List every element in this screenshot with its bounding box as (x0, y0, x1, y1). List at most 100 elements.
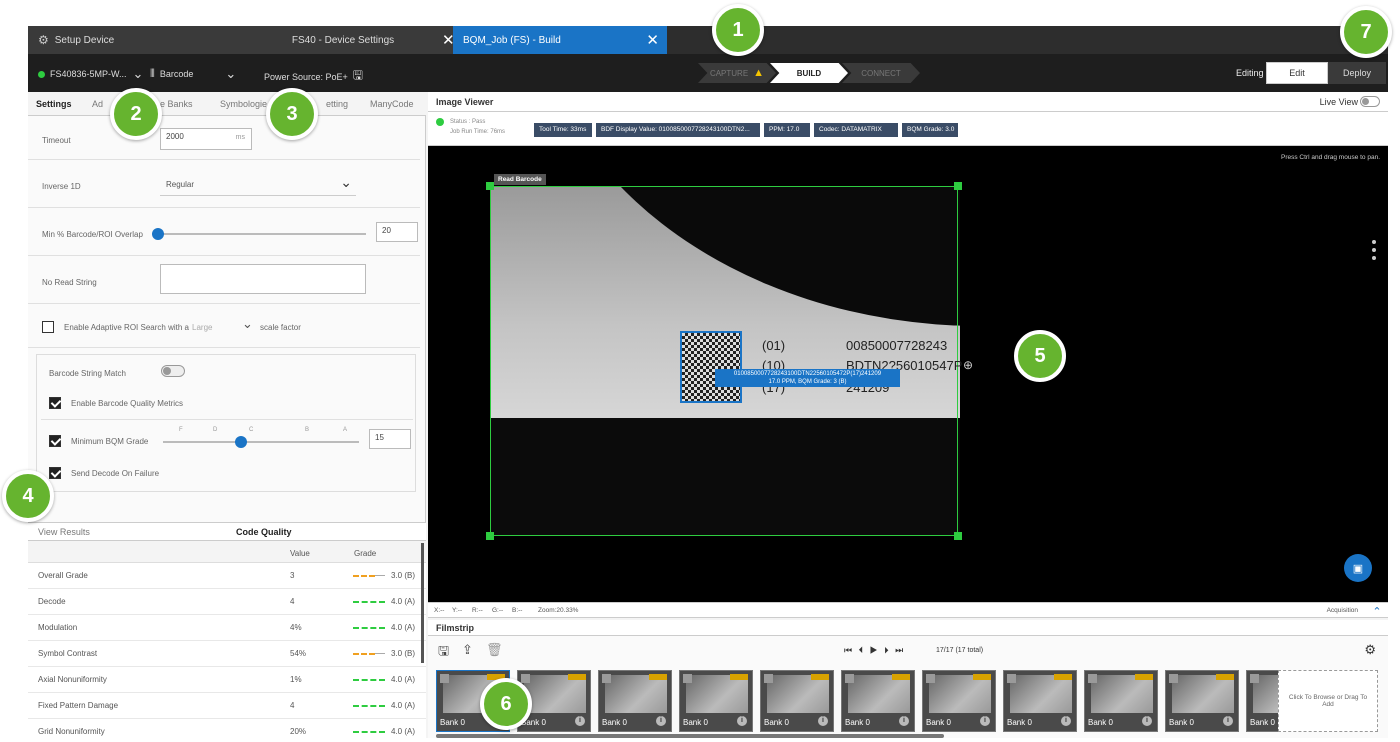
adaptive-size[interactable]: Large (192, 323, 212, 332)
select-checkbox[interactable] (440, 674, 449, 683)
filmstrip-thumbnail[interactable]: Bank 0 i (841, 670, 915, 732)
gear-icon[interactable]: ⚙ (1364, 642, 1376, 658)
more-options-icon[interactable] (1372, 240, 1376, 264)
chip-bqm-grade: BQM Grade: 3.0 (902, 123, 958, 137)
grade-bar (353, 627, 385, 629)
trash-icon[interactable]: 🗑 (486, 642, 503, 658)
metric-value: 3 (290, 571, 295, 580)
chip-codec: Codec: DATAMATRIX (814, 123, 898, 137)
tool-selector[interactable]: ⦀ Barcode ⌄ (150, 66, 236, 82)
workflow-steps: CAPTURE ▲ BUILD CONNECT (698, 63, 920, 83)
select-checkbox[interactable] (1250, 674, 1259, 683)
info-icon[interactable]: i (899, 716, 909, 726)
tab-device-settings[interactable]: FS40 - Device Settings ✕ (233, 26, 455, 54)
drop-zone[interactable]: Click To Browse or Drag To Add (1278, 670, 1378, 732)
select-checkbox[interactable] (602, 674, 611, 683)
timeout-input[interactable]: 2000 ms (160, 128, 252, 150)
filmstrip-nav[interactable]: ⏮ ⏴ ▶ ⏵ ⏭ (844, 645, 905, 656)
filmstrip-thumbnail[interactable]: Bank 0 i (598, 670, 672, 732)
filmstrip-thumbnail[interactable]: Bank 0 i (922, 670, 996, 732)
overlap-slider[interactable] (158, 233, 366, 235)
tab-code-quality[interactable]: Code Quality (236, 527, 292, 537)
overlap-input[interactable]: 20 (376, 222, 418, 242)
metric-value: 1% (290, 675, 302, 684)
target-icon[interactable]: ⊕ (963, 358, 973, 372)
roi-label[interactable]: Read Barcode (494, 174, 546, 185)
tab-symbologies[interactable]: Symbologie (220, 99, 267, 109)
close-icon[interactable]: ✕ (646, 31, 659, 49)
chip-tool-time: Tool Time: 33ms (534, 123, 592, 137)
min-bqm-input[interactable]: 15 (369, 429, 411, 449)
save-icon[interactable]: 🖫 (353, 66, 363, 87)
filmstrip-thumbnail[interactable]: Bank 0 i (1003, 670, 1077, 732)
metric-name: Fixed Pattern Damage (38, 701, 119, 710)
info-icon[interactable]: i (1061, 716, 1071, 726)
info-icon[interactable]: i (818, 716, 828, 726)
roi-handle[interactable] (486, 532, 494, 540)
results-header: Value Grade (28, 541, 426, 563)
select-checkbox[interactable] (521, 674, 530, 683)
results-scrollbar[interactable] (421, 543, 424, 663)
filmstrip-thumbnail[interactable]: Bank 0 i (679, 670, 753, 732)
filmstrip-thumbnail[interactable]: Bank 0 i (1084, 670, 1158, 732)
select-checkbox[interactable] (1088, 674, 1097, 683)
chevron-up-icon[interactable]: ⌃ (1366, 603, 1388, 619)
info-icon[interactable]: i (1142, 716, 1152, 726)
select-checkbox[interactable] (683, 674, 692, 683)
info-icon[interactable]: i (575, 716, 585, 726)
tab-output-setting[interactable]: etting (326, 99, 348, 109)
info-icon[interactable]: i (737, 716, 747, 726)
thumbnail-label: Bank 0 (1088, 718, 1113, 727)
callout-7: 7 (1340, 6, 1392, 58)
info-icon[interactable]: i (656, 716, 666, 726)
inverse-select[interactable]: Regular ⌄ (160, 174, 356, 196)
select-checkbox[interactable] (926, 674, 935, 683)
save-icon[interactable]: 🖫 (438, 642, 449, 664)
image-canvas[interactable]: Press Ctrl and drag mouse to pan. Read B… (428, 146, 1388, 602)
metric-value: 4 (290, 701, 295, 710)
info-icon[interactable]: i (980, 716, 990, 726)
filmstrip-thumbnail[interactable]: Bank 0 i (1165, 670, 1239, 732)
send-decode-checkbox[interactable] (49, 467, 61, 479)
tab-view-results[interactable]: View Results (38, 527, 90, 537)
noread-input[interactable] (160, 264, 366, 294)
snapshot-icon[interactable]: ▣ (1344, 554, 1372, 582)
min-bqm-slider-knob[interactable] (235, 436, 248, 448)
filmstrip-scrollbar[interactable] (436, 734, 944, 738)
edit-button[interactable]: Edit (1266, 62, 1328, 84)
select-checkbox[interactable] (845, 674, 854, 683)
tab-advanced[interactable]: Ad (92, 99, 103, 109)
select-checkbox[interactable] (764, 674, 773, 683)
barcode-text: 00850007728243 (846, 338, 948, 353)
step-capture[interactable]: CAPTURE ▲ (698, 63, 776, 83)
tab-manycode[interactable]: ManyCode (370, 99, 414, 109)
filmstrip-thumbnail[interactable]: Bank 0 i (760, 670, 834, 732)
chevron-down-icon[interactable]: ⌄ (242, 316, 253, 332)
adaptive-row: Enable Adaptive ROI Search with a Large … (28, 304, 420, 348)
metric-grade: 3.0 (B) (391, 571, 416, 580)
min-bqm-checkbox[interactable] (49, 435, 61, 447)
deploy-button[interactable]: Deploy (1328, 62, 1386, 84)
info-icon[interactable]: i (1223, 716, 1233, 726)
overlap-slider-knob[interactable] (152, 228, 164, 240)
adaptive-checkbox[interactable] (42, 321, 54, 333)
tab-settings[interactable]: Settings (36, 99, 72, 109)
step-build[interactable]: BUILD (770, 63, 848, 83)
min-bqm-slider[interactable] (163, 441, 359, 443)
roi-handle[interactable] (486, 182, 494, 190)
device-selector[interactable]: FS40836-5MP-W... ⌄ (38, 66, 143, 82)
select-checkbox[interactable] (1169, 674, 1178, 683)
bqm-enable-checkbox[interactable] (49, 397, 61, 409)
roi-handle[interactable] (954, 182, 962, 190)
match-toggle[interactable] (161, 365, 185, 377)
step-connect[interactable]: CONNECT (842, 63, 920, 83)
select-checkbox[interactable] (1007, 674, 1016, 683)
tab-build[interactable]: BQM_Job (FS) - Build ✕ (453, 26, 667, 54)
live-view-toggle[interactable] (1360, 96, 1380, 107)
upload-icon[interactable]: ⇪ (462, 642, 473, 658)
roi-handle[interactable] (954, 532, 962, 540)
tab-setup-device[interactable]: ⚙ Setup Device (28, 26, 233, 54)
frame-counter: 17/17 (17 total) (936, 647, 984, 654)
tab-label: Setup Device (54, 34, 115, 46)
tab-image-banks[interactable]: e Banks (160, 99, 193, 109)
